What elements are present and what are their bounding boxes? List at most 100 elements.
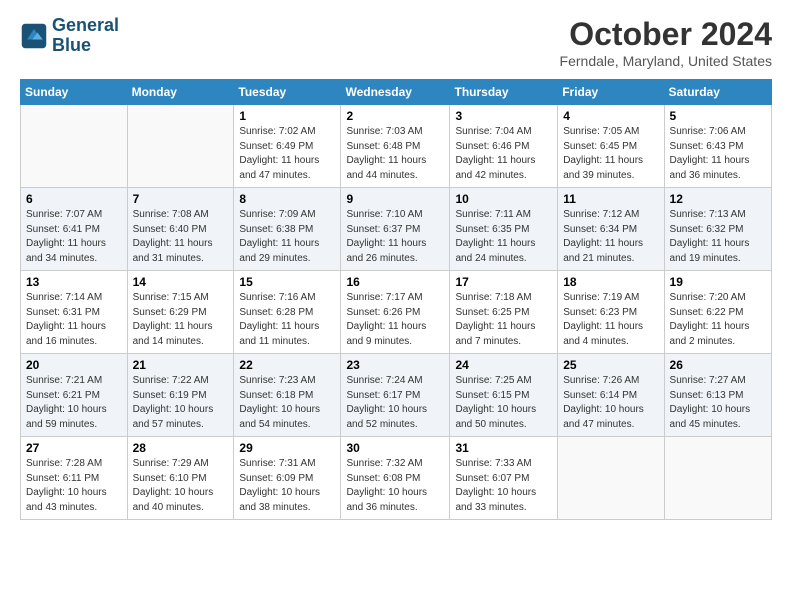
day-info: Sunrise: 7:29 AMSunset: 6:10 PMDaylight:… bbox=[133, 457, 229, 515]
day-number: 10 bbox=[455, 192, 552, 206]
day-number: 26 bbox=[670, 358, 766, 372]
calendar-cell: 13 Sunrise: 7:14 AMSunset: 6:31 PMDayligh… bbox=[21, 271, 128, 354]
day-info: Sunrise: 7:17 AMSunset: 6:26 PMDaylight:… bbox=[346, 291, 444, 349]
day-number: 31 bbox=[455, 441, 552, 455]
calendar-cell: 24Sunrise: 7:25 AMSunset: 6:15 PMDayligh… bbox=[450, 354, 558, 437]
calendar-week-row: 27 Sunrise: 7:28 AMSunset: 6:11 PMDayligh… bbox=[21, 437, 772, 520]
day-number: 8 bbox=[239, 192, 335, 206]
day-number: 1 bbox=[239, 109, 335, 123]
calendar-cell: 25 Sunrise: 7:26 AMSunset: 6:14 PMDayligh… bbox=[558, 354, 664, 437]
calendar-cell: 3Sunrise: 7:04 AMSunset: 6:46 PMDaylight… bbox=[450, 105, 558, 188]
day-number: 23 bbox=[346, 358, 444, 372]
day-number: 13 bbox=[26, 275, 122, 289]
calendar-week-row: 13 Sunrise: 7:14 AMSunset: 6:31 PMDayligh… bbox=[21, 271, 772, 354]
day-number: 15 bbox=[239, 275, 335, 289]
calendar-cell: 18Sunrise: 7:19 AMSunset: 6:23 PMDayligh… bbox=[558, 271, 664, 354]
day-number: 7 bbox=[133, 192, 229, 206]
calendar-cell: 16Sunrise: 7:17 AMSunset: 6:26 PMDayligh… bbox=[341, 271, 450, 354]
calendar-cell: 5 Sunrise: 7:06 AMSunset: 6:43 PMDaylight… bbox=[664, 105, 771, 188]
calendar-cell: 17 Sunrise: 7:18 AMSunset: 6:25 PMDayligh… bbox=[450, 271, 558, 354]
calendar-cell: 20Sunrise: 7:21 AMSunset: 6:21 PMDayligh… bbox=[21, 354, 128, 437]
day-number: 27 bbox=[26, 441, 122, 455]
day-info: Sunrise: 7:15 AMSunset: 6:29 PMDaylight:… bbox=[133, 291, 229, 349]
calendar-cell: 11 Sunrise: 7:12 AMSunset: 6:34 PMDayligh… bbox=[558, 188, 664, 271]
calendar-header-wednesday: Wednesday bbox=[341, 80, 450, 105]
logo-line1: General bbox=[52, 16, 119, 36]
calendar-cell: 10 Sunrise: 7:11 AMSunset: 6:35 PMDayligh… bbox=[450, 188, 558, 271]
logo-line2: Blue bbox=[52, 36, 119, 56]
day-info: Sunrise: 7:03 AMSunset: 6:48 PMDaylight:… bbox=[346, 125, 444, 183]
day-number: 28 bbox=[133, 441, 229, 455]
calendar-header-friday: Friday bbox=[558, 80, 664, 105]
page: General Blue October 2024 Ferndale, Mary… bbox=[0, 0, 792, 530]
day-info: Sunrise: 7:06 AMSunset: 6:43 PMDaylight:… bbox=[670, 125, 766, 183]
day-info: Sunrise: 7:32 AMSunset: 6:08 PMDaylight:… bbox=[346, 457, 444, 515]
day-info: Sunrise: 7:07 AMSunset: 6:41 PMDaylight:… bbox=[26, 208, 122, 266]
day-number: 25 bbox=[563, 358, 658, 372]
day-info: Sunrise: 7:26 AMSunset: 6:14 PMDaylight:… bbox=[563, 374, 658, 432]
calendar-cell: 29 Sunrise: 7:31 AMSunset: 6:09 PMDayligh… bbox=[234, 437, 341, 520]
calendar-week-row: 6 Sunrise: 7:07 AMSunset: 6:41 PMDaylight… bbox=[21, 188, 772, 271]
day-info: Sunrise: 7:18 AMSunset: 6:25 PMDaylight:… bbox=[455, 291, 552, 349]
day-info: Sunrise: 7:23 AMSunset: 6:18 PMDaylight:… bbox=[239, 374, 335, 432]
logo-text: General Blue bbox=[52, 16, 119, 56]
calendar-cell bbox=[558, 437, 664, 520]
calendar-cell: 19 Sunrise: 7:20 AMSunset: 6:22 PMDayligh… bbox=[664, 271, 771, 354]
calendar-cell: 12 Sunrise: 7:13 AMSunset: 6:32 PMDayligh… bbox=[664, 188, 771, 271]
calendar-table: SundayMondayTuesdayWednesdayThursdayFrid… bbox=[20, 79, 772, 520]
day-info: Sunrise: 7:20 AMSunset: 6:22 PMDaylight:… bbox=[670, 291, 766, 349]
day-info: Sunrise: 7:12 AMSunset: 6:34 PMDaylight:… bbox=[563, 208, 658, 266]
logo-icon bbox=[20, 22, 48, 50]
day-info: Sunrise: 7:28 AMSunset: 6:11 PMDaylight:… bbox=[26, 457, 122, 515]
calendar-header-monday: Monday bbox=[127, 80, 234, 105]
day-number: 12 bbox=[670, 192, 766, 206]
calendar-header-tuesday: Tuesday bbox=[234, 80, 341, 105]
calendar-cell: 27 Sunrise: 7:28 AMSunset: 6:11 PMDayligh… bbox=[21, 437, 128, 520]
calendar-cell: 4 Sunrise: 7:05 AMSunset: 6:45 PMDaylight… bbox=[558, 105, 664, 188]
month-title: October 2024 bbox=[560, 16, 772, 53]
calendar-header-row: SundayMondayTuesdayWednesdayThursdayFrid… bbox=[21, 80, 772, 105]
title-block: October 2024 Ferndale, Maryland, United … bbox=[560, 16, 772, 69]
day-number: 11 bbox=[563, 192, 658, 206]
day-number: 22 bbox=[239, 358, 335, 372]
calendar-cell: 8Sunrise: 7:09 AMSunset: 6:38 PMDaylight… bbox=[234, 188, 341, 271]
day-number: 6 bbox=[26, 192, 122, 206]
location: Ferndale, Maryland, United States bbox=[560, 53, 772, 69]
day-number: 21 bbox=[133, 358, 229, 372]
day-info: Sunrise: 7:02 AMSunset: 6:49 PMDaylight:… bbox=[239, 125, 335, 183]
day-number: 29 bbox=[239, 441, 335, 455]
calendar-cell: 7Sunrise: 7:08 AMSunset: 6:40 PMDaylight… bbox=[127, 188, 234, 271]
day-info: Sunrise: 7:16 AMSunset: 6:28 PMDaylight:… bbox=[239, 291, 335, 349]
calendar-cell: 1 Sunrise: 7:02 AMSunset: 6:49 PMDaylight… bbox=[234, 105, 341, 188]
calendar-cell: 14Sunrise: 7:15 AMSunset: 6:29 PMDayligh… bbox=[127, 271, 234, 354]
header: General Blue October 2024 Ferndale, Mary… bbox=[20, 16, 772, 69]
day-number: 9 bbox=[346, 192, 444, 206]
day-number: 19 bbox=[670, 275, 766, 289]
calendar-cell: 28 Sunrise: 7:29 AMSunset: 6:10 PMDayligh… bbox=[127, 437, 234, 520]
calendar-cell: 6 Sunrise: 7:07 AMSunset: 6:41 PMDaylight… bbox=[21, 188, 128, 271]
day-info: Sunrise: 7:33 AMSunset: 6:07 PMDaylight:… bbox=[455, 457, 552, 515]
calendar-week-row: 1 Sunrise: 7:02 AMSunset: 6:49 PMDaylight… bbox=[21, 105, 772, 188]
day-info: Sunrise: 7:31 AMSunset: 6:09 PMDaylight:… bbox=[239, 457, 335, 515]
day-number: 24 bbox=[455, 358, 552, 372]
day-info: Sunrise: 7:27 AMSunset: 6:13 PMDaylight:… bbox=[670, 374, 766, 432]
day-info: Sunrise: 7:05 AMSunset: 6:45 PMDaylight:… bbox=[563, 125, 658, 183]
day-info: Sunrise: 7:14 AMSunset: 6:31 PMDaylight:… bbox=[26, 291, 122, 349]
calendar-header-sunday: Sunday bbox=[21, 80, 128, 105]
day-number: 18 bbox=[563, 275, 658, 289]
day-info: Sunrise: 7:13 AMSunset: 6:32 PMDaylight:… bbox=[670, 208, 766, 266]
calendar-cell: 22 Sunrise: 7:23 AMSunset: 6:18 PMDayligh… bbox=[234, 354, 341, 437]
calendar-cell: 2Sunrise: 7:03 AMSunset: 6:48 PMDaylight… bbox=[341, 105, 450, 188]
calendar-header-thursday: Thursday bbox=[450, 80, 558, 105]
calendar-header-saturday: Saturday bbox=[664, 80, 771, 105]
day-number: 17 bbox=[455, 275, 552, 289]
day-number: 4 bbox=[563, 109, 658, 123]
day-number: 5 bbox=[670, 109, 766, 123]
day-number: 3 bbox=[455, 109, 552, 123]
day-info: Sunrise: 7:11 AMSunset: 6:35 PMDaylight:… bbox=[455, 208, 552, 266]
calendar-cell: 26 Sunrise: 7:27 AMSunset: 6:13 PMDayligh… bbox=[664, 354, 771, 437]
day-info: Sunrise: 7:22 AMSunset: 6:19 PMDaylight:… bbox=[133, 374, 229, 432]
calendar-cell bbox=[127, 105, 234, 188]
calendar-cell bbox=[664, 437, 771, 520]
day-number: 20 bbox=[26, 358, 122, 372]
